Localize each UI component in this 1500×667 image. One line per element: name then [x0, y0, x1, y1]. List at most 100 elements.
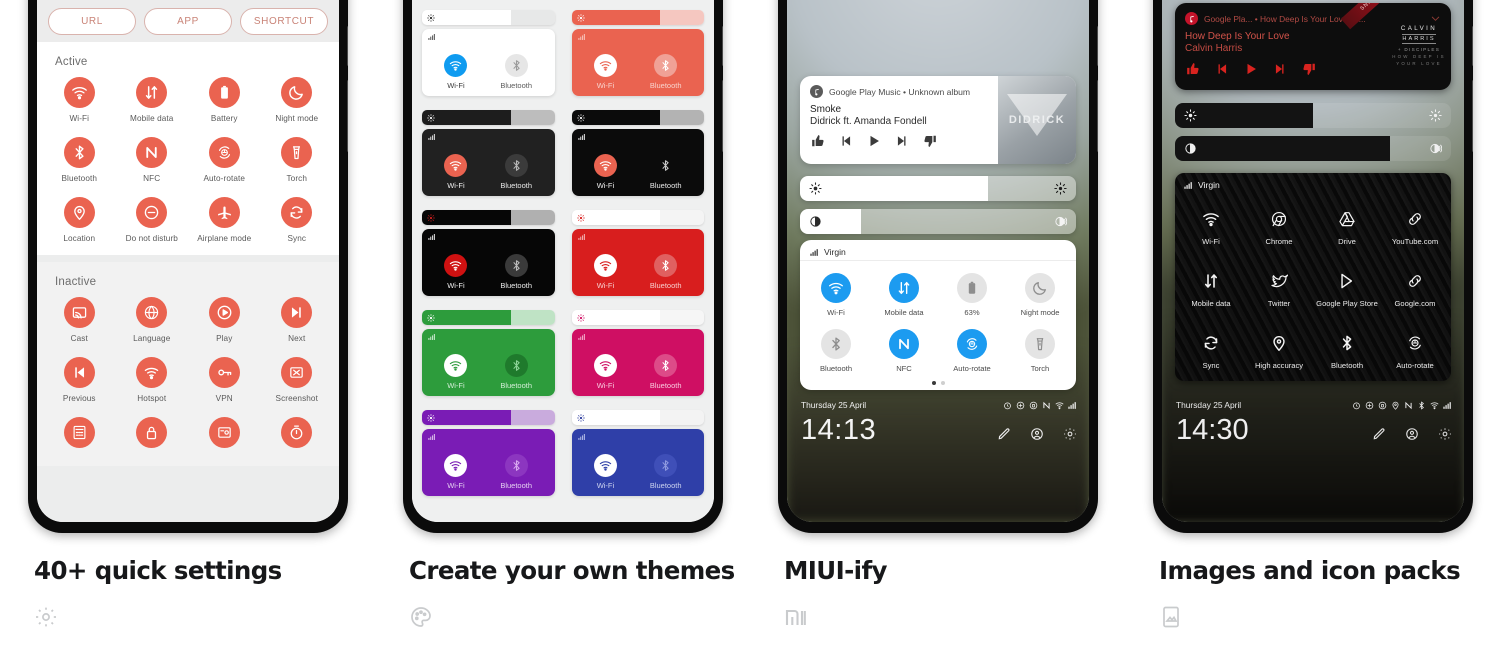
- page-dot[interactable]: [940, 381, 945, 385]
- theme-preview-red[interactable]: Wi-Fi Bluetooth: [571, 210, 704, 296]
- tile-nfc[interactable]: NFC: [116, 137, 189, 183]
- edit-pencil-icon[interactable]: [997, 427, 1011, 441]
- brightness-slider[interactable]: [1175, 103, 1451, 128]
- tile-do-not-disturb[interactable]: Do not disturb: [116, 197, 189, 243]
- quick-tile-wi-fi[interactable]: Wi-Fi: [1177, 206, 1245, 246]
- theme-tile-bluetooth[interactable]: Bluetooth: [650, 154, 682, 190]
- phone-side-button-volume[interactable]: [1097, 26, 1098, 66]
- theme-tile-wifi[interactable]: Wi-Fi: [593, 354, 617, 390]
- tile-auto-rotate[interactable]: Auto-rotate: [188, 137, 261, 183]
- theme-tile-wifi[interactable]: Wi-Fi: [593, 154, 617, 190]
- quick-tile-mobile-data[interactable]: Mobile data: [870, 273, 938, 317]
- theme-brightness-slider[interactable]: [422, 410, 555, 425]
- theme-tile-wifi[interactable]: Wi-Fi: [593, 254, 617, 290]
- tile-torch[interactable]: Torch: [261, 137, 334, 183]
- theme-qs-card[interactable]: Wi-Fi Bluetooth: [571, 329, 704, 396]
- theme-qs-card[interactable]: Wi-Fi Bluetooth: [571, 229, 704, 296]
- theme-tile-bluetooth[interactable]: Bluetooth: [500, 354, 532, 390]
- tile-lock[interactable]: [116, 417, 189, 454]
- thumb-up-icon[interactable]: [1186, 62, 1200, 76]
- theme-tile-bluetooth[interactable]: Bluetooth: [650, 354, 682, 390]
- tile-battery[interactable]: Battery: [188, 77, 261, 123]
- user-icon[interactable]: [1405, 427, 1419, 441]
- tile-sync[interactable]: Sync: [261, 197, 334, 243]
- theme-tile-wifi[interactable]: Wi-Fi: [444, 254, 468, 290]
- tile-language[interactable]: Language: [116, 297, 189, 343]
- theme-preview-black-red[interactable]: Wi-Fi Bluetooth: [422, 210, 555, 296]
- theme-qs-card[interactable]: Wi-Fi Bluetooth: [422, 329, 555, 396]
- previous-track-icon[interactable]: [839, 134, 853, 148]
- theme-brightness-slider[interactable]: [571, 210, 704, 225]
- thumb-up-icon[interactable]: [811, 134, 825, 148]
- phone-side-button-volume[interactable]: [1472, 26, 1473, 66]
- theme-preview-black-grey[interactable]: Wi-Fi Bluetooth: [571, 110, 704, 196]
- quick-tile-night-mode[interactable]: Night mode: [1006, 273, 1074, 317]
- theme-tile-wifi[interactable]: Wi-Fi: [593, 54, 617, 90]
- quick-tile-torch[interactable]: Torch: [1006, 329, 1074, 373]
- tile-vpn[interactable]: VPN: [188, 357, 261, 403]
- thumb-down-icon[interactable]: [923, 134, 937, 148]
- quick-tile-chrome[interactable]: Chrome: [1245, 206, 1313, 246]
- play-icon[interactable]: [1244, 62, 1258, 76]
- quick-tile-google-play-store[interactable]: Google Play Store: [1313, 268, 1381, 308]
- theme-preview-coral[interactable]: Wi-Fi Bluetooth: [571, 10, 704, 96]
- theme-brightness-slider[interactable]: [571, 10, 704, 25]
- theme-tile-wifi[interactable]: Wi-Fi: [444, 54, 468, 90]
- previous-track-icon[interactable]: [1215, 62, 1229, 76]
- theme-preview-light-default[interactable]: Wi-Fi Bluetooth: [422, 10, 555, 96]
- brightness-slider[interactable]: [800, 176, 1076, 201]
- theme-preview-purple[interactable]: Wi-Fi Bluetooth: [422, 410, 555, 496]
- quick-tile-auto-rotate[interactable]: Auto-rotate: [1381, 330, 1449, 370]
- user-icon[interactable]: [1030, 427, 1044, 441]
- theme-tile-bluetooth[interactable]: Bluetooth: [500, 154, 532, 190]
- tile-previous[interactable]: Previous: [43, 357, 116, 403]
- volume-slider[interactable]: [1175, 136, 1451, 161]
- theme-qs-card[interactable]: Wi-Fi Bluetooth: [571, 129, 704, 196]
- quick-tile-63-[interactable]: 63%: [938, 273, 1006, 317]
- tile-location[interactable]: Location: [43, 197, 116, 243]
- quick-tile-drive[interactable]: Drive: [1313, 206, 1381, 246]
- chip-shortcut[interactable]: SHORTCUT: [240, 7, 328, 35]
- phone-side-button-power[interactable]: [1472, 80, 1473, 152]
- theme-brightness-slider[interactable]: [571, 310, 704, 325]
- chip-url[interactable]: URL: [48, 7, 136, 35]
- theme-brightness-slider[interactable]: [422, 310, 555, 325]
- theme-qs-card[interactable]: Wi-Fi Bluetooth: [422, 229, 555, 296]
- tile-night-mode[interactable]: Night mode: [261, 77, 334, 123]
- theme-qs-card[interactable]: Wi-Fi Bluetooth: [422, 429, 555, 496]
- media-notification-card[interactable]: DIDRICK Google Play Music • Unknown albu…: [800, 76, 1076, 164]
- quick-tile-wi-fi[interactable]: Wi-Fi: [802, 273, 870, 317]
- phone-side-button-volume[interactable]: [347, 26, 348, 66]
- phone-side-button-power[interactable]: [722, 80, 723, 152]
- tile-calculator[interactable]: [43, 417, 116, 454]
- theme-brightness-slider[interactable]: [571, 410, 704, 425]
- page-dot[interactable]: [931, 381, 936, 385]
- theme-preview-dark-grey[interactable]: Wi-Fi Bluetooth: [422, 110, 555, 196]
- quick-tile-youtube-com[interactable]: YouTube.com: [1381, 206, 1449, 246]
- next-track-icon[interactable]: [895, 134, 909, 148]
- tile-screen-record[interactable]: [188, 417, 261, 454]
- volume-slider[interactable]: [800, 209, 1076, 234]
- tile-bluetooth[interactable]: Bluetooth: [43, 137, 116, 183]
- theme-brightness-slider[interactable]: [571, 110, 704, 125]
- thumb-down-icon[interactable]: [1302, 62, 1316, 76]
- gear-icon[interactable]: [1438, 427, 1452, 441]
- theme-tile-bluetooth[interactable]: Bluetooth: [650, 54, 682, 90]
- theme-qs-card[interactable]: Wi-Fi Bluetooth: [571, 429, 704, 496]
- media-notification-card[interactable]: CALVIN HARRIS + DISCIPLES HOW DEEP IS YO…: [1175, 3, 1451, 90]
- chip-app[interactable]: APP: [144, 7, 232, 35]
- quick-tile-mobile-data[interactable]: Mobile data: [1177, 268, 1245, 308]
- quick-tile-bluetooth[interactable]: Bluetooth: [802, 329, 870, 373]
- quick-tile-twitter[interactable]: Twitter: [1245, 268, 1313, 308]
- theme-tile-bluetooth[interactable]: Bluetooth: [500, 54, 532, 90]
- tile-mobile-data[interactable]: Mobile data: [116, 77, 189, 123]
- theme-qs-card[interactable]: Wi-Fi Bluetooth: [571, 29, 704, 96]
- phone-side-button-power[interactable]: [1097, 80, 1098, 152]
- edit-pencil-icon[interactable]: [1372, 427, 1386, 441]
- quick-tile-google-com[interactable]: Google.com: [1381, 268, 1449, 308]
- quick-tile-bluetooth[interactable]: Bluetooth: [1313, 330, 1381, 370]
- theme-tile-bluetooth[interactable]: Bluetooth: [650, 454, 682, 490]
- theme-brightness-slider[interactable]: [422, 110, 555, 125]
- phone-side-button-volume[interactable]: [722, 26, 723, 66]
- theme-tile-wifi[interactable]: Wi-Fi: [444, 454, 468, 490]
